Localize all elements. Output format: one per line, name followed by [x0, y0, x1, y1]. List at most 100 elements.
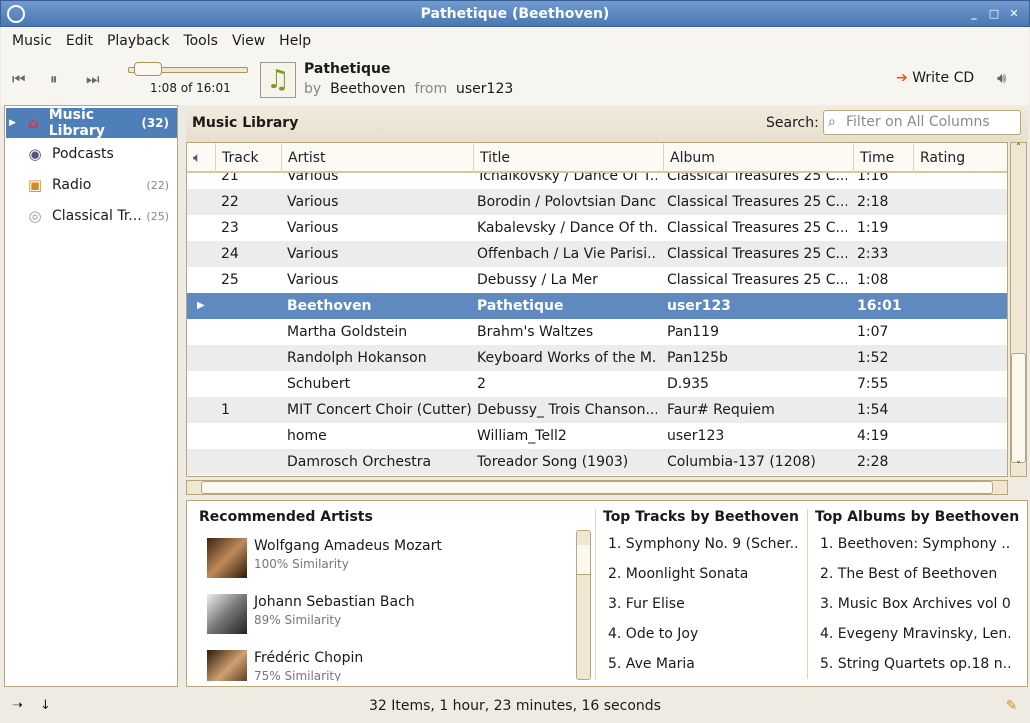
- cell-artist: Various: [287, 194, 339, 210]
- artist-similarity: 89% Similarity: [254, 613, 342, 627]
- table-horizontal-scrollbar[interactable]: [186, 480, 1008, 495]
- burn-cd-icon: ➔: [896, 70, 908, 86]
- close-button[interactable]: ✕: [1007, 7, 1021, 21]
- cell-album: user123: [667, 298, 731, 314]
- cell-artist: Damrosch Orchestra: [287, 454, 432, 470]
- cell-track: 23: [221, 220, 239, 236]
- top-albums-item[interactable]: 3. Music Box Archives vol 01: [820, 596, 1010, 612]
- top-tracks-item[interactable]: 3. Fur Elise: [608, 596, 798, 612]
- write-cd-button[interactable]: ➔ Write CD: [896, 70, 974, 86]
- now-playing-title: Pathetique: [304, 61, 391, 77]
- table-row[interactable]: 22 Various Borodin / Polovtsian Dance Class…: [187, 189, 1007, 215]
- pause-button[interactable]: ⏸: [50, 70, 58, 88]
- now-playing-info: by Beethoven from user123: [304, 81, 513, 97]
- cell-time: 7:55: [857, 376, 889, 392]
- menu-help[interactable]: Help: [279, 33, 311, 49]
- volume-icon[interactable]: 🔊︎: [997, 69, 1006, 87]
- scroll-up-arrow-icon[interactable]: ˄: [1011, 143, 1026, 158]
- table-row[interactable]: 24 Various Offenbach / La Vie Parisi... Cla…: [187, 241, 1007, 267]
- table-row[interactable]: Schubert 2 D.935 7:55: [187, 371, 1007, 397]
- cell-title: William_Tell2: [477, 428, 567, 444]
- playing-column-speaker-icon[interactable]: 🔈︎: [187, 143, 215, 173]
- cell-artist: MIT Concert Choir (Cutter): [287, 402, 472, 418]
- recommended-artist[interactable]: Johann Sebastian Bach 89% Similarity: [207, 594, 415, 634]
- top-tracks-item[interactable]: 4. Ode to Joy: [608, 626, 798, 642]
- table-row[interactable]: 1 MIT Concert Choir (Cutter) Debussy_ Troi…: [187, 397, 1007, 423]
- sidebar-item-music-library[interactable]: ▶ ⌂ Music Library (32): [6, 107, 177, 139]
- table-row[interactable]: Martha Goldstein Brahm's Waltzes Pan119 1:0…: [187, 319, 1007, 345]
- table-row[interactable]: home William_Tell2 user123 4:19: [187, 423, 1007, 449]
- table-vertical-scrollbar[interactable]: ˄ ˅: [1010, 142, 1027, 477]
- track-table: 🔈︎ Track Artist Title Album Time Rating …: [186, 142, 1008, 477]
- artist-similarity: 100% Similarity: [254, 557, 349, 571]
- library-title: Music Library: [192, 115, 299, 131]
- column-artist[interactable]: Artist: [281, 143, 473, 173]
- playback-time: 1:08 of 16:01: [150, 81, 231, 95]
- table-row[interactable]: 23 Various Kabalevsky / Dance Of th... Clas…: [187, 215, 1007, 241]
- window-title: Pathetique (Beethoven): [420, 6, 610, 22]
- column-rating[interactable]: Rating: [913, 143, 1001, 173]
- cell-time: 1:08: [857, 272, 889, 288]
- seek-slider-handle[interactable]: [134, 62, 162, 76]
- cell-title: Pathetique: [477, 298, 564, 314]
- top-albums-item[interactable]: 4. Evegeny Mravinsky, Len...: [820, 626, 1010, 642]
- cell-album: Classical Treasures 25 C...: [667, 220, 847, 236]
- column-title[interactable]: Title: [473, 143, 663, 173]
- table-row[interactable]: ▶ Beethoven Pathetique user123 16:01: [187, 293, 1007, 319]
- album-art-music-note-icon: ♫: [260, 62, 296, 98]
- sidebar-item-count: (32): [141, 116, 169, 130]
- sidebar-item-count: (25): [146, 209, 169, 223]
- sidebar-item-radio[interactable]: ▣ Radio (22): [6, 170, 177, 200]
- top-albums-item[interactable]: 5. String Quartets op.18 n...: [820, 656, 1010, 672]
- table-row[interactable]: 25 Various Debussy / La Mer Classical Treas…: [187, 267, 1007, 293]
- from-label: from: [414, 81, 448, 97]
- cell-album: Classical Treasures 25 C...: [667, 246, 847, 262]
- column-time[interactable]: Time: [853, 143, 913, 173]
- menu-view[interactable]: View: [232, 33, 265, 49]
- menu-tools[interactable]: Tools: [183, 33, 218, 49]
- cell-album: Classical Treasures 25 C...: [667, 272, 847, 288]
- artist-name: Johann Sebastian Bach: [254, 594, 415, 610]
- sidebar-item-label: Radio: [52, 177, 92, 193]
- recommended-artists-list: Wolfgang Amadeus Mozart 100% Similarity J…: [187, 531, 572, 681]
- edit-notes-icon[interactable]: ✎: [1006, 698, 1017, 714]
- top-tracks-item[interactable]: 1. Symphony No. 9 (Scher...: [608, 536, 798, 552]
- top-tracks-item[interactable]: 2. Moonlight Sonata: [608, 566, 798, 582]
- next-button[interactable]: ⏭: [86, 70, 100, 88]
- minimize-button[interactable]: _: [967, 7, 981, 21]
- top-albums-item[interactable]: 2. The Best of Beethoven: [820, 566, 1010, 582]
- recommended-artist[interactable]: Wolfgang Amadeus Mozart 100% Similarity: [207, 538, 442, 578]
- menu-playback[interactable]: Playback: [107, 33, 169, 49]
- cell-time: 1:52: [857, 350, 889, 366]
- cell-track: 1: [221, 402, 230, 418]
- cell-title: Offenbach / La Vie Parisi...: [477, 246, 657, 262]
- search-input[interactable]: ⌕ Filter on All Columns: [823, 110, 1021, 135]
- expander-arrow-icon[interactable]: ▶: [9, 118, 16, 128]
- scroll-down-arrow-icon[interactable]: ˅: [1011, 461, 1026, 476]
- scrollbar-thumb[interactable]: [201, 481, 993, 494]
- sidebar-item-classical[interactable]: ◎ Classical Tr... (25): [6, 201, 177, 231]
- table-row[interactable]: Randolph Hokanson Keyboard Works of the M…: [187, 345, 1007, 371]
- cell-title: Kabalevsky / Dance Of th...: [477, 220, 657, 236]
- menu-music[interactable]: Music: [12, 33, 52, 49]
- scrollbar-thumb[interactable]: [1011, 353, 1026, 463]
- top-albums-item[interactable]: 1. Beethoven: Symphony ...: [820, 536, 1010, 552]
- cell-time: 2:18: [857, 194, 889, 210]
- maximize-button[interactable]: □: [987, 7, 1001, 21]
- top-tracks-item[interactable]: 5. Ave Maria: [608, 656, 798, 672]
- column-track[interactable]: Track: [215, 143, 281, 173]
- sidebar-item-podcasts[interactable]: ◉ Podcasts: [6, 139, 177, 169]
- menu-edit[interactable]: Edit: [66, 33, 93, 49]
- column-album[interactable]: Album: [663, 143, 853, 173]
- recommended-artist[interactable]: Frédéric Chopin 75% Similarity: [207, 650, 363, 681]
- cell-artist: Various: [287, 246, 339, 262]
- cell-artist: Randolph Hokanson: [287, 350, 427, 366]
- scrollbar-thumb[interactable]: [577, 545, 590, 575]
- status-bar: 32 Items, 1 hour, 23 minutes, 16 seconds: [0, 690, 1030, 723]
- cell-album: Pan125b: [667, 350, 728, 366]
- table-row[interactable]: Damrosch Orchestra Toreador Song (1903) Co…: [187, 449, 1007, 475]
- app-logo-icon: [7, 5, 25, 23]
- sidebar-item-count: (22): [146, 178, 169, 192]
- previous-button[interactable]: ⏮: [12, 70, 26, 88]
- recommended-scrollbar[interactable]: [576, 530, 591, 680]
